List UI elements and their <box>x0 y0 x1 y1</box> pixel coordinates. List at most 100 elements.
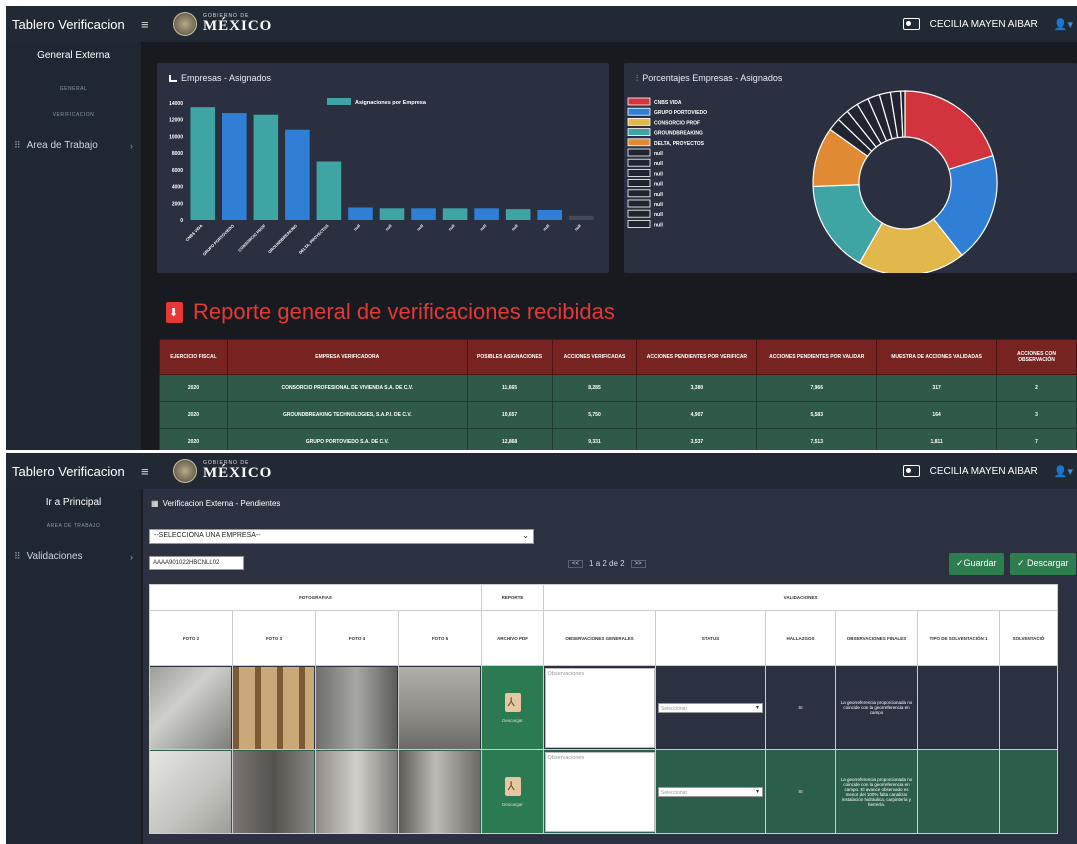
col-header: TIPO DE SOLVENTACIÓN 1 <box>917 610 1000 666</box>
final-observations-cell: La georreferencia proporcionada no coinc… <box>835 665 918 750</box>
table-cell: 2020 <box>159 374 228 402</box>
x-tick-label: DELTA, PROYECTOS <box>298 223 330 255</box>
user-name[interactable]: CECILIA MAYEN AIBAR <box>930 19 1038 30</box>
id-card-icon[interactable] <box>902 18 920 30</box>
photo-thumbnail[interactable] <box>150 750 231 833</box>
app-brand[interactable]: Tablero Verificacion <box>6 17 141 32</box>
pdf-download-link[interactable]: Descargar <box>502 718 523 723</box>
photo-cell[interactable] <box>149 665 233 750</box>
legend-label: null <box>654 192 663 198</box>
x-tick-label: CNBS VIDA <box>184 223 203 242</box>
photo-cell[interactable] <box>315 665 399 750</box>
id-card-icon[interactable] <box>902 465 920 477</box>
photo-thumbnail[interactable] <box>316 666 397 749</box>
bar <box>190 107 216 220</box>
table-row[interactable]: 2020 GRUPO PORTOVIEDO S.A. DE C.V. 12,86… <box>159 428 1077 450</box>
bar <box>379 208 405 220</box>
table-cell: 5,750 <box>551 401 638 429</box>
legend-label: GRUPO PORTOVIEDO <box>654 110 707 116</box>
photo-thumbnail[interactable] <box>316 750 397 833</box>
sidebar-section-verificacion: VERIFICACION <box>52 112 95 118</box>
status-select[interactable]: Seleccionar <box>658 786 763 797</box>
status-select[interactable]: Seleccionar <box>658 702 763 713</box>
sidebar-item-principal[interactable]: Ir a Principal <box>6 489 141 519</box>
search-input[interactable]: AAAA901022HBCNLL02 <box>149 556 244 570</box>
legend-label: CONSORCIO PROF <box>654 120 700 126</box>
table-cell: 2 <box>996 374 1077 402</box>
col-header: ARCHIVO PDF <box>481 610 544 666</box>
table-row[interactable]: Descargar Observaciones Seleccionar SI L… <box>149 749 1058 834</box>
table-cell: CONSORCIO PROFESIONAL DE VIVIENDA S.A. D… <box>226 374 468 402</box>
photo-thumbnail[interactable] <box>150 666 231 749</box>
table-row[interactable]: 2020 CONSORCIO PROFESIONAL DE VIVIENDA S… <box>159 374 1077 402</box>
bar <box>505 209 531 220</box>
legend-swatch <box>627 189 651 198</box>
photo-cell[interactable] <box>232 749 316 834</box>
photo-cell[interactable] <box>398 665 482 750</box>
observations-textarea[interactable]: Observaciones <box>544 751 655 832</box>
y-tick-label: 6000 <box>172 168 183 174</box>
prev-page-button[interactable]: << <box>568 559 584 568</box>
donut-chart: CNBS VIDA GRUPO PORTOVIEDO CONSORCIO PROF G… <box>627 90 998 273</box>
photo-cell[interactable] <box>398 749 482 834</box>
table-cell: 7,513 <box>756 428 878 450</box>
photo-thumbnail[interactable] <box>233 750 314 833</box>
photo-thumbnail[interactable] <box>233 666 314 749</box>
validation-table: FOTOGRAFIAS REPORTE VALIDACIONES FOTO 2 … <box>149 584 1058 834</box>
table-cell: 2020 <box>159 401 228 429</box>
photo-cell[interactable] <box>149 749 233 834</box>
pdf-download-icon[interactable] <box>166 301 183 323</box>
pdf-file-icon[interactable] <box>504 692 521 712</box>
bar <box>411 208 436 220</box>
menu-toggle-icon[interactable]: ≡ <box>141 464 159 479</box>
gov-logo-big: MÉXICO <box>203 18 273 34</box>
legend-label: CNBS VIDA <box>654 100 682 106</box>
legend-swatch <box>627 118 651 126</box>
pdf-file-icon[interactable] <box>504 776 521 796</box>
table-icon: ▦ <box>151 499 159 508</box>
table-row[interactable]: Descargar Observaciones Seleccionar SI L… <box>149 665 1058 750</box>
sidebar-section-general: GENERAL <box>59 86 88 92</box>
status-cell: Seleccionar <box>655 749 766 834</box>
col-header: ACCIONES VERIFICADAS <box>551 339 638 375</box>
col-header: STATUS <box>655 610 766 666</box>
photo-cell[interactable] <box>232 665 316 750</box>
x-tick-label: GROUNDBREAKING <box>267 223 298 254</box>
sidebar-item-area-trabajo[interactable]: ⠿ Area de Trabajo › <box>6 134 141 157</box>
user-menu-icon[interactable]: 👤▾ <box>1054 18 1073 31</box>
x-tick-label: null <box>353 223 362 232</box>
table-row[interactable]: 2020 GROUNDBREAKING TECHNOLOGIES, S.A.P.… <box>159 401 1077 429</box>
pdf-cell[interactable]: Descargar <box>481 665 544 750</box>
user-name[interactable]: CECILIA MAYEN AIBAR <box>930 466 1038 477</box>
y-tick-label: 4000 <box>172 185 183 191</box>
sidebar-item-label: Area de Trabajo <box>26 140 98 151</box>
sidebar-title[interactable]: General Externa <box>6 42 141 72</box>
group-header-fotos: FOTOGRAFIAS <box>149 584 482 611</box>
photo-thumbnail[interactable] <box>399 666 480 749</box>
seal-icon <box>173 12 197 36</box>
download-button[interactable]: ✓ Descargar <box>1010 553 1076 575</box>
save-button[interactable]: ✓Guardar <box>949 553 1004 575</box>
report-header-row: EJERCICIO FISCAL EMPRESA VERIFICADORA PO… <box>159 339 1077 375</box>
menu-toggle-icon[interactable]: ≡ <box>141 17 159 32</box>
top-navbar: Tablero Verificacion ≡ GOBIERNO DE MÉXIC… <box>6 453 1077 489</box>
pdf-cell[interactable]: Descargar <box>481 749 544 834</box>
pdf-download-link[interactable]: Descargar <box>502 802 523 807</box>
solventacion-cell <box>999 665 1058 750</box>
col-header: FOTO 4 <box>315 610 399 666</box>
next-page-button[interactable]: >> <box>630 559 646 568</box>
bar <box>222 113 247 220</box>
photo-cell[interactable] <box>315 749 399 834</box>
legend-swatch <box>627 169 651 177</box>
x-tick-label: null <box>384 223 393 232</box>
group-header-row: FOTOGRAFIAS REPORTE VALIDACIONES <box>149 584 1058 611</box>
photo-thumbnail[interactable] <box>399 750 480 833</box>
sidebar-item-validaciones[interactable]: ⠿ Validaciones › <box>6 545 141 568</box>
legend-label: DELTA, PROYECTOS <box>654 141 705 147</box>
validation-panel: ▦ Verificacion Externa - Pendientes --SEL… <box>143 489 1077 844</box>
user-menu-icon[interactable]: 👤▾ <box>1054 465 1073 478</box>
observations-textarea[interactable]: Observaciones <box>544 667 655 748</box>
table-cell: 164 <box>876 401 998 429</box>
app-brand[interactable]: Tablero Verificacion <box>6 464 141 479</box>
company-select[interactable]: --SELECCIONA UNA EMPRESA-- ⌄ <box>149 529 534 544</box>
